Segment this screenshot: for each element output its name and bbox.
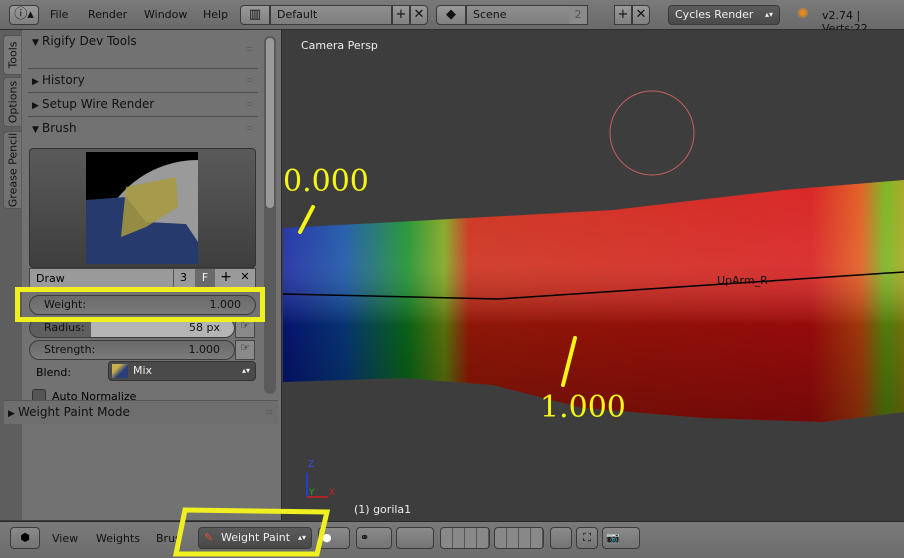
layers-grid-1[interactable]	[440, 527, 490, 549]
brush-preview-image	[86, 152, 198, 264]
panel-history[interactable]: ▶ History::::	[28, 68, 258, 92]
tab-tools[interactable]: Tools	[3, 35, 21, 75]
scene-users-count: 2	[569, 6, 587, 24]
blend-mode-icon	[112, 364, 128, 378]
info-header: ⓘ▴ File Render Window Help ▥ Default + ✕…	[0, 0, 904, 35]
mode-value: Weight Paint	[221, 531, 291, 544]
auto-normalize-label: Auto Normalize	[52, 390, 137, 400]
tab-options[interactable]: Options	[3, 77, 21, 127]
panel-setup-wire-render[interactable]: ▶ Setup Wire Render::::	[28, 92, 258, 116]
scene-name: Scene	[473, 8, 507, 21]
axis-y-label: Y	[309, 488, 315, 498]
screen-layout-field[interactable]: Default	[270, 5, 392, 25]
annotation-high-value: 1.000	[540, 390, 626, 425]
menu-window[interactable]: Window	[144, 8, 187, 21]
radius-pressure-icon[interactable]: ☞	[235, 318, 255, 338]
tool-shelf-tabs: Tools Options Grease Pencil	[0, 30, 22, 520]
render-opengl-icons[interactable]: 📷	[602, 527, 640, 549]
viewport-shading-select[interactable]: ●	[318, 527, 350, 549]
pivot-point-select[interactable]: ⚭	[356, 527, 392, 549]
scene-field[interactable]: Scene 2	[466, 5, 588, 25]
mesh-render	[283, 90, 904, 498]
blend-value: Mix	[133, 364, 153, 377]
radius-slider[interactable]: Radius: 58 px	[29, 318, 235, 338]
manipulator-icon[interactable]: ⛶	[576, 527, 598, 549]
menu-brush[interactable]: Brush	[156, 532, 180, 545]
screen-layout-icon[interactable]: ▥	[240, 5, 270, 25]
info-editor-type-button[interactable]: ⓘ▴	[9, 5, 39, 25]
bone-name-label: UpArm_R	[717, 274, 768, 287]
weight-paint-icon: ✎	[204, 531, 214, 544]
add-scene-button[interactable]: +	[614, 5, 632, 25]
object-label: (1) gorila1	[354, 503, 412, 516]
render-engine-select[interactable]: Cycles Render ▴▾	[668, 5, 780, 25]
render-engine-value: Cycles Render	[675, 8, 754, 21]
axis-z-label: Z	[308, 460, 315, 470]
unlink-brush-button[interactable]: ✕	[236, 270, 254, 283]
strength-slider[interactable]: Strength: 1.000	[29, 340, 235, 360]
annotation-low-value: 0.000	[283, 164, 369, 199]
editor-type-button[interactable]: ⬢	[10, 527, 40, 549]
lock-camera-icon[interactable]	[550, 527, 572, 549]
add-layout-button[interactable]: +	[392, 5, 410, 25]
remove-scene-button[interactable]: ✕	[632, 5, 650, 25]
brush-selector[interactable]: Draw 3 F + ✕	[29, 268, 256, 288]
mask-buttons[interactable]	[396, 527, 434, 549]
weight-slider[interactable]: Weight: 1.000	[29, 295, 256, 315]
panel-weight-paint-mode[interactable]: ▶ Weight Paint Mode::::	[4, 400, 278, 424]
layers-grid-2[interactable]	[494, 527, 544, 549]
blend-label: Blend:	[36, 366, 72, 379]
fake-user-button[interactable]: F	[195, 269, 215, 287]
brush-name: Draw	[36, 272, 65, 285]
menu-view[interactable]: View	[52, 532, 78, 545]
menu-weights[interactable]: Weights	[96, 532, 140, 545]
tab-grease-pencil[interactable]: Grease Pencil	[3, 131, 21, 209]
axis-x-label: X	[329, 488, 336, 498]
3d-view-header: ⬢ View Weights Brush ✎ Weight Paint ▴▾ ●…	[0, 521, 904, 558]
menu-file[interactable]: File	[50, 8, 68, 21]
strength-pressure-icon[interactable]: ☞	[235, 340, 255, 360]
menu-render[interactable]: Render	[88, 8, 127, 21]
brush-preview-box[interactable]	[29, 148, 256, 268]
blend-select[interactable]: Mix ▴▾	[108, 361, 256, 381]
menu-help[interactable]: Help	[203, 8, 228, 21]
brush-users: 3	[173, 269, 193, 287]
mode-select[interactable]: ✎ Weight Paint ▴▾	[198, 527, 312, 549]
panel-brush[interactable]: ▼ Brush::::	[28, 116, 258, 140]
brush-cursor	[609, 90, 695, 176]
3d-viewport[interactable]: Camera Persp UpArm_R 0.000 1.000 Z Y X (…	[283, 30, 904, 520]
remove-layout-button[interactable]: ✕	[410, 5, 428, 25]
scene-icon[interactable]: ◆	[436, 5, 466, 25]
new-brush-button[interactable]: +	[217, 269, 235, 285]
blender-logo-icon: ✺	[797, 6, 809, 22]
panel-rigify-dev-tools[interactable]: ▼ Rigify Dev Tools::::	[28, 30, 258, 68]
tool-shelf-scrollbar[interactable]	[264, 36, 276, 394]
